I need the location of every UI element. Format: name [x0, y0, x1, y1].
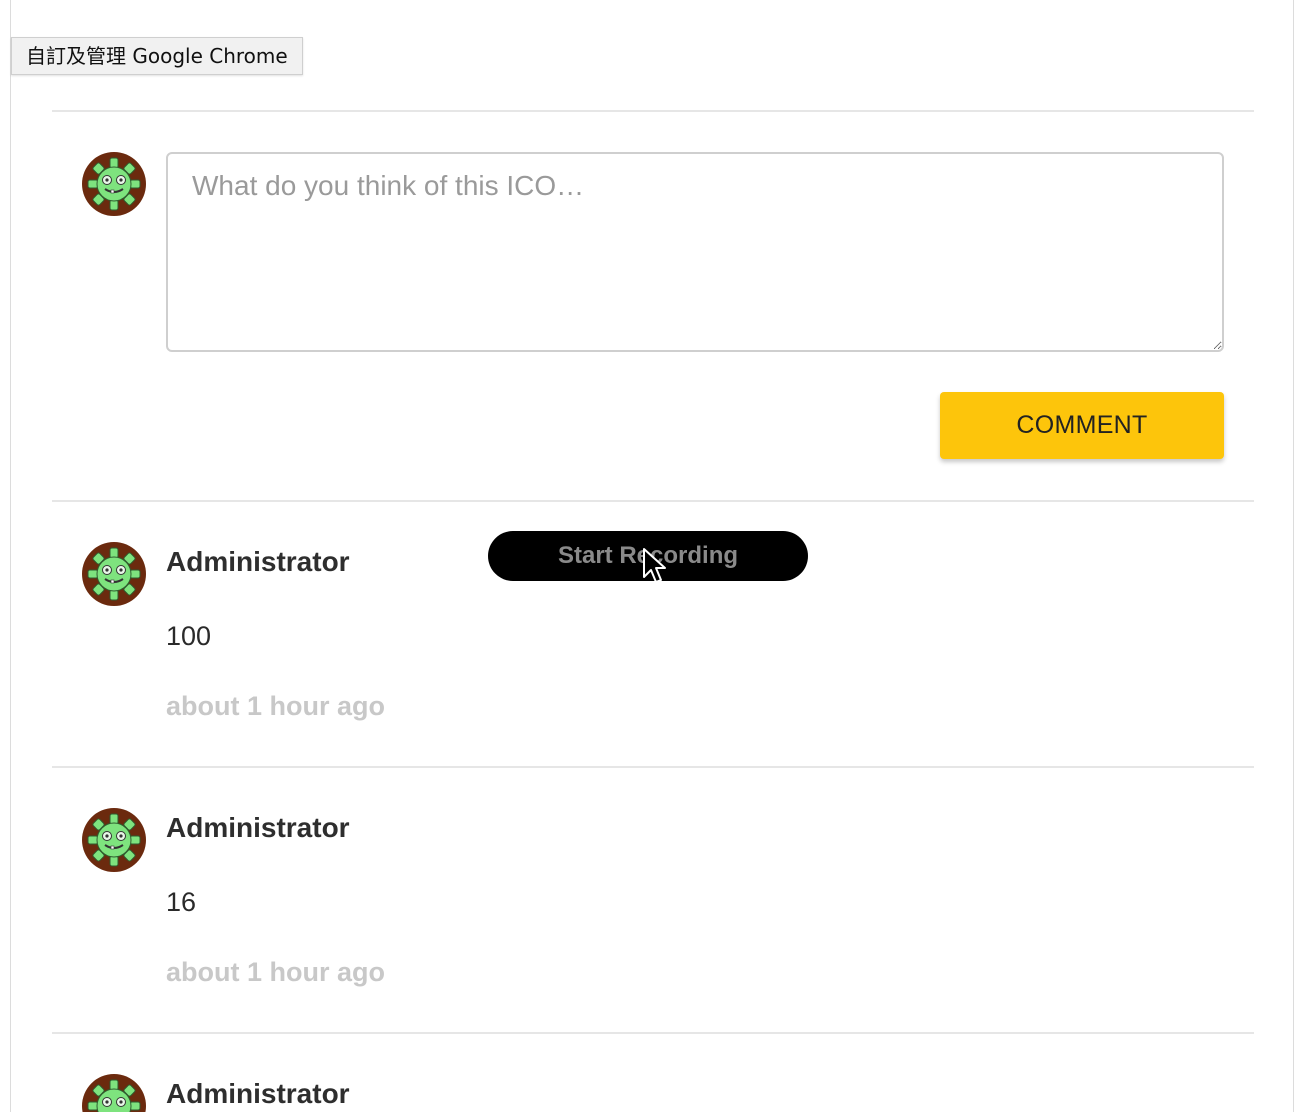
chrome-menu-tooltip: 自訂及管理 Google Chrome — [11, 37, 303, 75]
comment-timestamp: about 1 hour ago — [166, 691, 385, 721]
comment-timestamp: about 1 hour ago — [166, 957, 385, 987]
divider — [52, 500, 1254, 502]
comment-body: 100 — [166, 621, 212, 651]
comment-author[interactable]: Administrator — [166, 545, 350, 579]
comment-textarea[interactable] — [166, 152, 1224, 352]
comment-author[interactable]: Administrator — [166, 1077, 350, 1111]
comment-author[interactable]: Administrator — [166, 811, 350, 845]
comment-body: 16 — [166, 887, 197, 917]
current-user-avatar — [82, 152, 146, 216]
divider — [52, 766, 1254, 768]
gear-robot-avatar-icon — [82, 808, 146, 872]
start-recording-button[interactable]: Start Recording — [488, 531, 808, 581]
gear-robot-avatar-icon — [82, 1074, 146, 1112]
comment-avatar — [82, 1074, 146, 1112]
comment-button[interactable]: COMMENT — [940, 392, 1224, 459]
gear-robot-avatar-icon — [82, 152, 146, 216]
gear-robot-avatar-icon — [82, 542, 146, 606]
comment-avatar — [82, 808, 146, 872]
divider — [52, 1032, 1254, 1034]
divider — [52, 110, 1254, 112]
comment-avatar — [82, 542, 146, 606]
